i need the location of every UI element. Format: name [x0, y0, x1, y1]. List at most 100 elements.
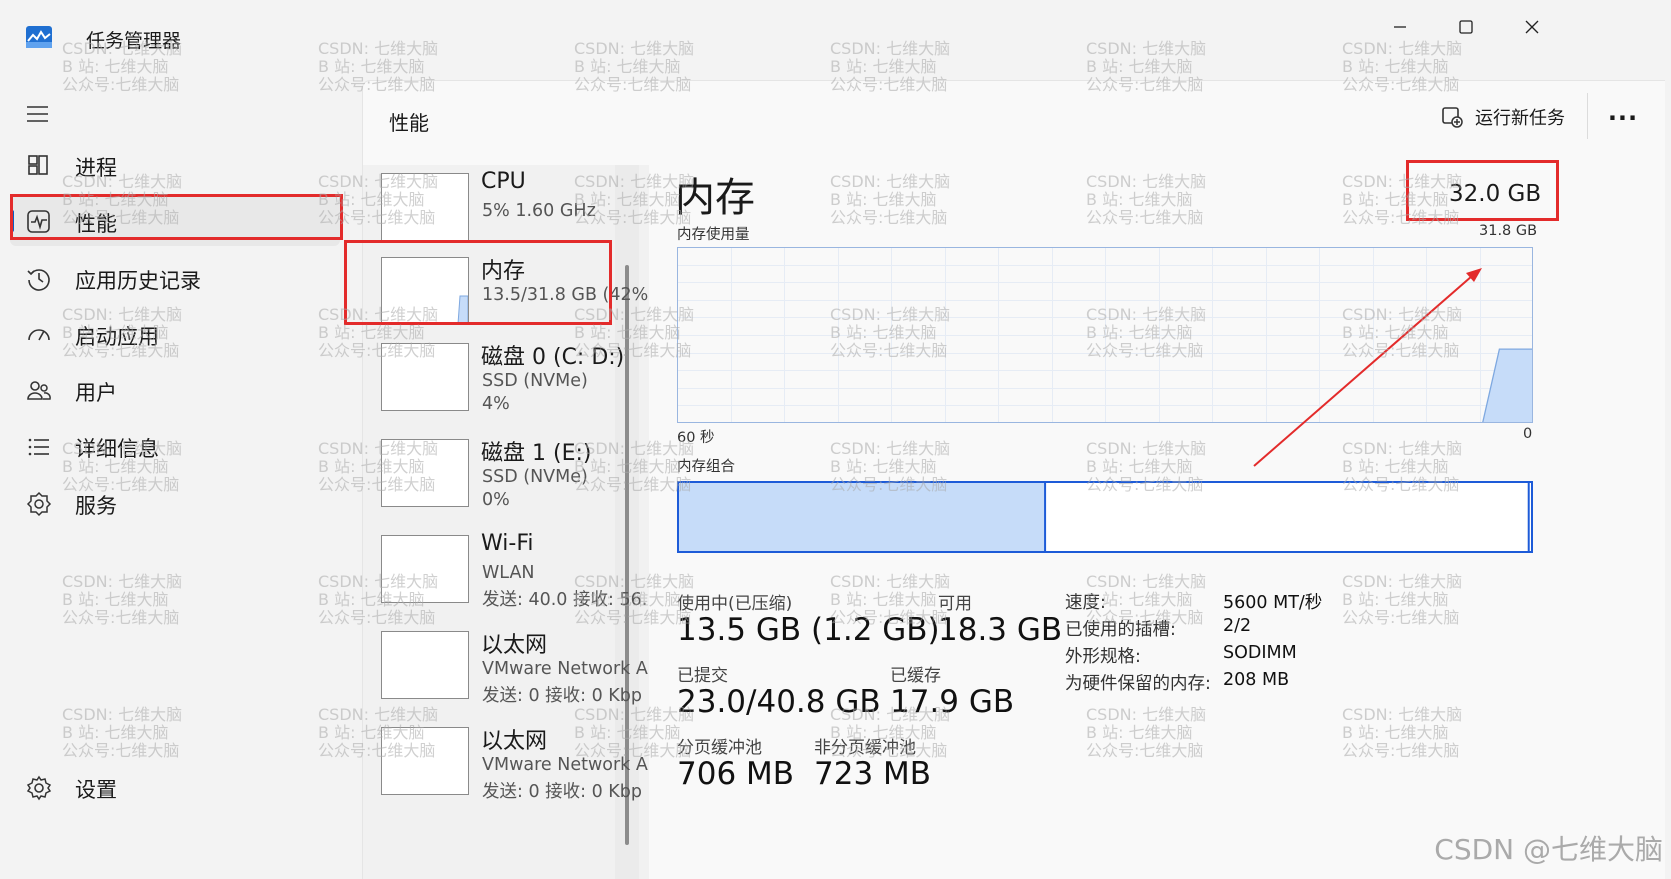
memory-title: 内存: [675, 175, 755, 221]
more-options-button[interactable]: ···: [1603, 101, 1643, 135]
close-icon: [1525, 20, 1539, 34]
close-button[interactable]: [1512, 12, 1552, 42]
annotation-highlight-performance: [10, 194, 343, 240]
processes-icon: [26, 153, 52, 179]
paged-pool-label: 分页缓冲池: [677, 738, 762, 758]
sidebar-item-settings[interactable]: 设置: [10, 762, 340, 812]
device-detail: SSD (NVMe): [482, 467, 588, 487]
watermark-corner: CSDN @七维大脑: [1434, 833, 1663, 866]
device-name: Wi-Fi: [481, 531, 534, 556]
sidebar-item-label: 启动应用: [75, 325, 159, 349]
startup-icon: [26, 322, 52, 348]
device-detail: 0%: [482, 490, 510, 510]
spec-slots-value: 2/2: [1223, 616, 1252, 636]
sidebar-item-label: 应用历史记录: [75, 269, 201, 293]
annotation-highlight-memory: [344, 240, 612, 325]
usage-chart-label: 内存使用量: [677, 227, 750, 243]
minimize-icon: [1394, 26, 1406, 28]
run-new-task-button[interactable]: 运行新任务: [1441, 97, 1565, 137]
in-use-value: 13.5 GB (1.2 GB): [677, 612, 940, 648]
sidebar-item-users[interactable]: 用户: [10, 365, 340, 415]
device-item-ethernet-1[interactable]: 以太网 VMware Network A 发送: 0 接收: 0 Kbp: [381, 631, 649, 721]
composition-label: 内存组合: [677, 459, 735, 475]
device-name: 磁盘 1 (E:): [481, 441, 592, 466]
sidebar-item-label: 设置: [75, 778, 117, 802]
page-title: 性能: [389, 111, 429, 135]
title-bar: 任务管理器: [0, 0, 1671, 80]
spec-form-factor-label: 外形规格:: [1065, 647, 1141, 667]
device-thumbnail: [381, 173, 469, 241]
paged-pool-value: 706 MB: [677, 756, 795, 792]
usage-chart-max: 31.8 GB: [1479, 223, 1538, 239]
device-detail: 发送: 40.0 接收: 56.: [482, 590, 648, 610]
gear-icon: [26, 775, 52, 801]
available-value: 18.3 GB: [938, 612, 1063, 648]
spec-speed-value: 5600 MT/秒: [1223, 593, 1323, 613]
usage-chart-grid: [677, 247, 1533, 423]
device-detail: VMware Network A: [482, 659, 648, 679]
time-axis-right: 0: [1523, 426, 1533, 442]
task-manager-logo-icon: [26, 26, 52, 48]
maximize-icon: [1459, 20, 1473, 34]
device-detail: 4%: [482, 394, 510, 414]
device-detail: 发送: 0 接收: 0 Kbp: [482, 686, 643, 706]
committed-label: 已提交: [677, 666, 728, 686]
sidebar-item-details[interactable]: 详细信息: [10, 421, 340, 471]
device-thumbnail: [381, 535, 469, 603]
sidebar-item-app-history[interactable]: 应用历史记录: [10, 253, 340, 303]
hamburger-icon[interactable]: [26, 104, 50, 124]
cached-value: 17.9 GB: [890, 684, 1015, 720]
device-thumbnail: [381, 439, 469, 507]
available-label: 可用: [938, 594, 972, 614]
device-detail: SSD (NVMe): [482, 371, 588, 391]
minimize-button[interactable]: [1380, 12, 1420, 42]
device-detail: VMware Network A: [482, 755, 648, 775]
device-item-disk-0[interactable]: 磁盘 0 (C: D:) SSD (NVMe) 4%: [381, 343, 649, 433]
nonpaged-pool-value: 723 MB: [814, 756, 932, 792]
device-item-ethernet-2[interactable]: 以太网 VMware Network A 发送: 0 接收: 0 Kbp: [381, 727, 649, 817]
device-name: 磁盘 0 (C: D:): [481, 345, 625, 370]
cached-label: 已缓存: [890, 666, 941, 686]
device-name: 以太网: [481, 633, 548, 658]
maximize-button[interactable]: [1446, 12, 1486, 42]
spec-speed-label: 速度:: [1065, 593, 1106, 613]
run-task-label: 运行新任务: [1475, 108, 1565, 129]
memory-usage-area: [1481, 348, 1533, 423]
nonpaged-pool-label: 非分页缓冲池: [814, 738, 916, 758]
composition-in-use: [677, 481, 1046, 553]
sidebar-item-services[interactable]: 服务: [10, 478, 340, 528]
sidebar-item-label: 用户: [75, 381, 117, 405]
memory-usage-chart: [677, 247, 1533, 423]
device-item-wifi[interactable]: Wi-Fi WLAN 发送: 40.0 接收: 56.: [381, 531, 649, 625]
device-item-disk-1[interactable]: 磁盘 1 (E:) SSD (NVMe) 0%: [381, 439, 649, 529]
device-thumbnail: [381, 631, 469, 699]
users-icon: [26, 378, 52, 404]
device-detail: WLAN: [482, 563, 535, 583]
device-thumbnail: [381, 343, 469, 411]
sidebar-item-startup-apps[interactable]: 启动应用: [10, 309, 340, 359]
device-thumbnail: [381, 727, 469, 795]
window-title: 任务管理器: [86, 30, 182, 52]
device-name: CPU: [481, 169, 526, 194]
history-icon: [26, 266, 52, 292]
memory-composition-bar: [677, 481, 1533, 553]
time-axis-left: 60 秒: [677, 430, 715, 446]
device-detail: 发送: 0 接收: 0 Kbp: [482, 782, 643, 802]
services-icon: [26, 491, 52, 517]
spec-reserved-value: 208 MB: [1223, 670, 1290, 690]
annotation-highlight-total: [1406, 160, 1559, 221]
device-detail: 5% 1.60 GHz: [482, 201, 596, 221]
spec-reserved-label: 为硬件保留的内存:: [1065, 674, 1211, 694]
spec-form-factor-value: SODIMM: [1223, 643, 1297, 663]
committed-value: 23.0/40.8 GB: [677, 684, 881, 720]
sidebar-item-label: 服务: [75, 494, 117, 518]
spec-slots-label: 已使用的插槽:: [1065, 620, 1176, 640]
run-task-icon: [1441, 106, 1463, 128]
sidebar-item-label: 进程: [75, 156, 117, 180]
sidebar-item-label: 详细信息: [75, 437, 159, 461]
device-name: 以太网: [481, 729, 548, 754]
details-icon: [26, 434, 52, 460]
sidebar-item-processes[interactable]: 进程: [10, 140, 340, 190]
header-divider: [1587, 93, 1588, 139]
in-use-label: 使用中(已压缩): [677, 594, 793, 614]
